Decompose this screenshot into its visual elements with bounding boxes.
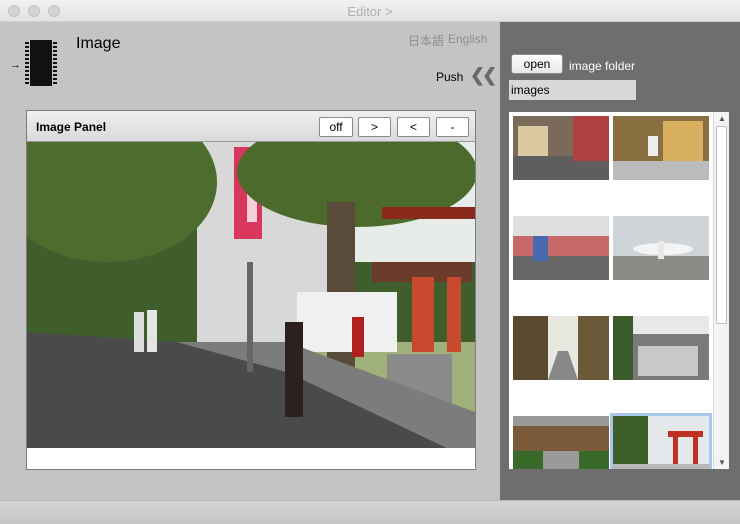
- shop-front-thumbnail[interactable]: [613, 116, 709, 180]
- image-panel-title: Image Panel: [36, 120, 107, 134]
- bottom-bar: [0, 500, 740, 524]
- minus-button[interactable]: -: [436, 117, 469, 137]
- open-button[interactable]: open: [511, 54, 563, 74]
- shrine-gate-thumbnail[interactable]: [610, 413, 712, 469]
- next-button[interactable]: >: [358, 117, 391, 137]
- scroll-up-icon[interactable]: ▲: [718, 114, 726, 123]
- page-title: Image: [76, 35, 121, 52]
- narrow-lane-thumbnail[interactable]: [513, 316, 609, 380]
- double-chevron-left-icon[interactable]: ❮❮: [470, 65, 497, 86]
- titlebar: Editor >: [0, 0, 740, 22]
- temple-garden-thumbnail[interactable]: [513, 416, 609, 469]
- thumbnail-scrollbar[interactable]: ▲ ▼: [713, 112, 729, 469]
- language-english-link[interactable]: English: [448, 32, 487, 46]
- image-folder-field[interactable]: images: [509, 80, 636, 100]
- main-image: [27, 142, 475, 448]
- chip-icon: →: [10, 38, 62, 88]
- scrollbar-thumb[interactable]: [716, 126, 727, 324]
- scroll-down-icon[interactable]: ▼: [718, 458, 726, 467]
- left-pane: → Image 日本語 English Push ❮❮ Image Panel …: [0, 22, 500, 500]
- street-thumbnail[interactable]: [513, 116, 609, 180]
- off-button[interactable]: off: [319, 117, 353, 137]
- thumbnail-list[interactable]: [509, 112, 713, 469]
- image-panel: Image Panel off > < -: [26, 110, 476, 470]
- airplane-thumbnail[interactable]: [613, 216, 709, 280]
- previous-button[interactable]: <: [397, 117, 430, 137]
- editor-window: Editor > → Image 日本語 English Push ❮❮ Ima…: [0, 0, 740, 524]
- window-title: Editor >: [347, 4, 393, 19]
- language-japanese-link[interactable]: 日本語: [408, 32, 444, 49]
- image-folder-label: image folder: [569, 59, 636, 73]
- image-panel-header: Image Panel off > < -: [27, 111, 475, 142]
- busy-street-thumbnail[interactable]: [513, 216, 609, 280]
- right-pane: open image folder images ▲ ▼: [500, 22, 740, 500]
- push-label[interactable]: Push: [436, 70, 463, 84]
- rooftops-thumbnail[interactable]: [613, 316, 709, 380]
